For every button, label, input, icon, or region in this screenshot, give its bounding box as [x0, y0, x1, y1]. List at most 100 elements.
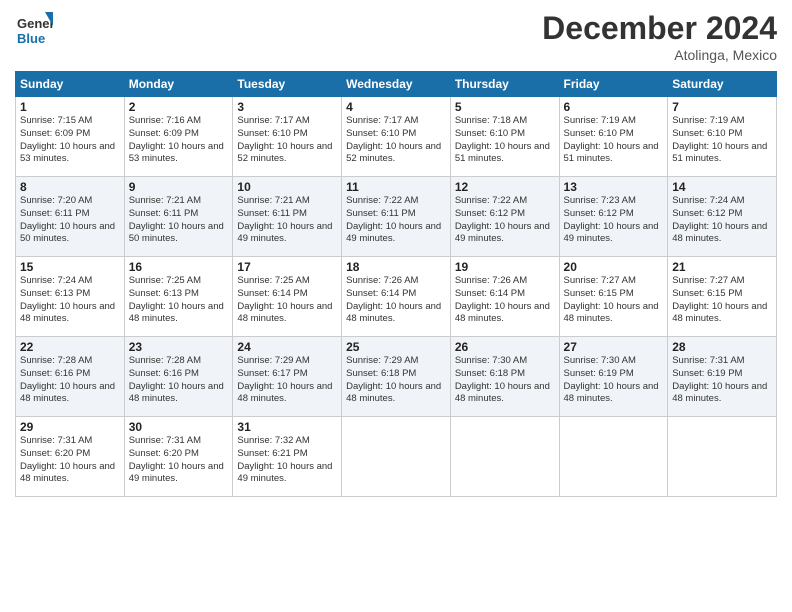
calendar-week-row: 15Sunrise: 7:24 AM Sunset: 6:13 PM Dayli… — [16, 257, 777, 337]
calendar-week-row: 22 Sunrise: 7:28 AM Sunset: 6:16 PM Dayli… — [16, 337, 777, 417]
table-row: 29Sunrise: 7:31 AM Sunset: 6:20 PM Dayli… — [16, 417, 125, 497]
day-number: 10 — [237, 180, 337, 194]
day-info: Sunrise: 7:27 AM Sunset: 6:15 PM Dayligh… — [672, 275, 772, 326]
day-info: Sunrise: 7:21 AM Sunset: 6:11 PM Dayligh… — [129, 195, 229, 246]
day-info: Sunrise: 7:30 AM Sunset: 6:19 PM Dayligh… — [564, 355, 664, 406]
table-row: 10Sunrise: 7:21 AM Sunset: 6:11 PM Dayli… — [233, 177, 342, 257]
day-info: Sunrise: 7:19 AM Sunset: 6:10 PM Dayligh… — [564, 115, 664, 166]
day-number: 8 — [20, 180, 120, 194]
table-row: 21Sunrise: 7:27 AM Sunset: 6:15 PM Dayli… — [668, 257, 777, 337]
calendar-header-row: Sunday Monday Tuesday Wednesday Thursday… — [16, 72, 777, 97]
day-number: 13 — [564, 180, 664, 194]
table-row — [450, 417, 559, 497]
day-number: 18 — [346, 260, 446, 274]
day-number: 3 — [237, 100, 337, 114]
day-info: Sunrise: 7:28 AM Sunset: 6:16 PM Dayligh… — [129, 355, 229, 406]
header-friday: Friday — [559, 72, 668, 97]
day-info: Sunrise: 7:16 AM Sunset: 6:09 PM Dayligh… — [129, 115, 229, 166]
day-number: 30 — [129, 420, 229, 434]
table-row: 12Sunrise: 7:22 AM Sunset: 6:12 PM Dayli… — [450, 177, 559, 257]
day-number: 25 — [346, 340, 446, 354]
calendar-week-row: 8Sunrise: 7:20 AM Sunset: 6:11 PM Daylig… — [16, 177, 777, 257]
table-row — [342, 417, 451, 497]
table-row: 13Sunrise: 7:23 AM Sunset: 6:12 PM Dayli… — [559, 177, 668, 257]
table-row: 30Sunrise: 7:31 AM Sunset: 6:20 PM Dayli… — [124, 417, 233, 497]
day-number: 11 — [346, 180, 446, 194]
table-row: 28Sunrise: 7:31 AM Sunset: 6:19 PM Dayli… — [668, 337, 777, 417]
day-info: Sunrise: 7:21 AM Sunset: 6:11 PM Dayligh… — [237, 195, 337, 246]
svg-text:Blue: Blue — [17, 31, 45, 46]
page: General Blue December 2024 Atolinga, Mex… — [0, 0, 792, 612]
day-info: Sunrise: 7:31 AM Sunset: 6:20 PM Dayligh… — [129, 435, 229, 486]
day-number: 15 — [20, 260, 120, 274]
day-number: 19 — [455, 260, 555, 274]
day-info: Sunrise: 7:25 AM Sunset: 6:14 PM Dayligh… — [237, 275, 337, 326]
day-number: 5 — [455, 100, 555, 114]
day-info: Sunrise: 7:27 AM Sunset: 6:15 PM Dayligh… — [564, 275, 664, 326]
calendar-week-row: 29Sunrise: 7:31 AM Sunset: 6:20 PM Dayli… — [16, 417, 777, 497]
day-info: Sunrise: 7:18 AM Sunset: 6:10 PM Dayligh… — [455, 115, 555, 166]
table-row: 4Sunrise: 7:17 AM Sunset: 6:10 PM Daylig… — [342, 97, 451, 177]
day-number: 31 — [237, 420, 337, 434]
day-number: 9 — [129, 180, 229, 194]
day-number: 17 — [237, 260, 337, 274]
table-row: 26Sunrise: 7:30 AM Sunset: 6:18 PM Dayli… — [450, 337, 559, 417]
table-row — [559, 417, 668, 497]
day-info: Sunrise: 7:31 AM Sunset: 6:19 PM Dayligh… — [672, 355, 772, 406]
day-info: Sunrise: 7:17 AM Sunset: 6:10 PM Dayligh… — [346, 115, 446, 166]
title-area: December 2024 Atolinga, Mexico — [542, 10, 777, 63]
day-info: Sunrise: 7:26 AM Sunset: 6:14 PM Dayligh… — [346, 275, 446, 326]
subtitle: Atolinga, Mexico — [542, 47, 777, 63]
header-tuesday: Tuesday — [233, 72, 342, 97]
day-info: Sunrise: 7:24 AM Sunset: 6:13 PM Dayligh… — [20, 275, 120, 326]
day-info: Sunrise: 7:31 AM Sunset: 6:20 PM Dayligh… — [20, 435, 120, 486]
table-row: 19Sunrise: 7:26 AM Sunset: 6:14 PM Dayli… — [450, 257, 559, 337]
day-number: 23 — [129, 340, 229, 354]
day-info: Sunrise: 7:17 AM Sunset: 6:10 PM Dayligh… — [237, 115, 337, 166]
table-row: 15Sunrise: 7:24 AM Sunset: 6:13 PM Dayli… — [16, 257, 125, 337]
day-number: 22 — [20, 340, 120, 354]
day-number: 16 — [129, 260, 229, 274]
day-info: Sunrise: 7:29 AM Sunset: 6:17 PM Dayligh… — [237, 355, 337, 406]
day-number: 28 — [672, 340, 772, 354]
table-row: 9Sunrise: 7:21 AM Sunset: 6:11 PM Daylig… — [124, 177, 233, 257]
header-thursday: Thursday — [450, 72, 559, 97]
day-info: Sunrise: 7:30 AM Sunset: 6:18 PM Dayligh… — [455, 355, 555, 406]
table-row: 7Sunrise: 7:19 AM Sunset: 6:10 PM Daylig… — [668, 97, 777, 177]
calendar-table: Sunday Monday Tuesday Wednesday Thursday… — [15, 71, 777, 497]
day-number: 1 — [20, 100, 120, 114]
svg-text:General: General — [17, 16, 53, 31]
day-info: Sunrise: 7:29 AM Sunset: 6:18 PM Dayligh… — [346, 355, 446, 406]
day-info: Sunrise: 7:22 AM Sunset: 6:12 PM Dayligh… — [455, 195, 555, 246]
table-row: 1Sunrise: 7:15 AM Sunset: 6:09 PM Daylig… — [16, 97, 125, 177]
header-sunday: Sunday — [16, 72, 125, 97]
day-info: Sunrise: 7:24 AM Sunset: 6:12 PM Dayligh… — [672, 195, 772, 246]
table-row: 23Sunrise: 7:28 AM Sunset: 6:16 PM Dayli… — [124, 337, 233, 417]
day-number: 24 — [237, 340, 337, 354]
day-number: 2 — [129, 100, 229, 114]
table-row: 31Sunrise: 7:32 AM Sunset: 6:21 PM Dayli… — [233, 417, 342, 497]
day-info: Sunrise: 7:32 AM Sunset: 6:21 PM Dayligh… — [237, 435, 337, 486]
table-row: 8Sunrise: 7:20 AM Sunset: 6:11 PM Daylig… — [16, 177, 125, 257]
day-info: Sunrise: 7:19 AM Sunset: 6:10 PM Dayligh… — [672, 115, 772, 166]
table-row: 6Sunrise: 7:19 AM Sunset: 6:10 PM Daylig… — [559, 97, 668, 177]
table-row — [668, 417, 777, 497]
table-row: 16Sunrise: 7:25 AM Sunset: 6:13 PM Dayli… — [124, 257, 233, 337]
logo-icon: General Blue — [15, 10, 53, 48]
table-row: 25Sunrise: 7:29 AM Sunset: 6:18 PM Dayli… — [342, 337, 451, 417]
day-number: 29 — [20, 420, 120, 434]
day-info: Sunrise: 7:26 AM Sunset: 6:14 PM Dayligh… — [455, 275, 555, 326]
day-number: 26 — [455, 340, 555, 354]
calendar-week-row: 1Sunrise: 7:15 AM Sunset: 6:09 PM Daylig… — [16, 97, 777, 177]
day-info: Sunrise: 7:22 AM Sunset: 6:11 PM Dayligh… — [346, 195, 446, 246]
header-wednesday: Wednesday — [342, 72, 451, 97]
main-title: December 2024 — [542, 10, 777, 47]
day-number: 12 — [455, 180, 555, 194]
header: General Blue December 2024 Atolinga, Mex… — [15, 10, 777, 63]
day-number: 14 — [672, 180, 772, 194]
day-info: Sunrise: 7:20 AM Sunset: 6:11 PM Dayligh… — [20, 195, 120, 246]
table-row: 5Sunrise: 7:18 AM Sunset: 6:10 PM Daylig… — [450, 97, 559, 177]
table-row: 18Sunrise: 7:26 AM Sunset: 6:14 PM Dayli… — [342, 257, 451, 337]
table-row: 11Sunrise: 7:22 AM Sunset: 6:11 PM Dayli… — [342, 177, 451, 257]
header-saturday: Saturday — [668, 72, 777, 97]
